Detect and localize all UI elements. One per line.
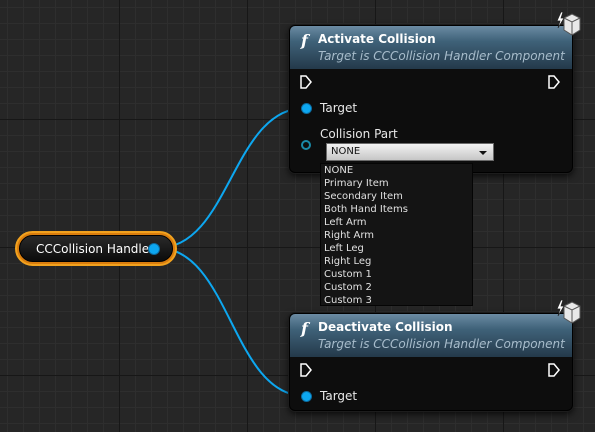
- variable-output-pin-icon[interactable]: [149, 244, 159, 254]
- target-pin-icon[interactable]: [302, 104, 311, 113]
- deactivate-collision-header[interactable]: f Deactivate Collision Target is CCColli…: [290, 314, 572, 357]
- deactivate-collision-node[interactable]: f Deactivate Collision Target is CCColli…: [289, 313, 573, 411]
- target-pin-label: Target: [320, 101, 358, 115]
- activate-collision-header[interactable]: f Activate Collision Target is CCCollisi…: [290, 26, 572, 69]
- collision-part-pin-icon[interactable]: [301, 140, 311, 150]
- dropdown-option[interactable]: Custom 2: [321, 281, 472, 294]
- dropdown-option[interactable]: NONE: [321, 164, 472, 177]
- function-icon: f: [301, 319, 308, 338]
- wire-to-activate-target[interactable]: [157, 107, 306, 249]
- dropdown-option[interactable]: Custom 3: [321, 294, 472, 307]
- dropdown-option[interactable]: Secondary Item: [321, 190, 472, 203]
- variable-node-label: CCCollision Handler: [36, 242, 155, 256]
- target-pin-label: Target: [320, 389, 358, 403]
- deactivate-collision-subtitle: Target is CCCollision Handler Component: [318, 337, 565, 351]
- exec-out-pin-icon[interactable]: [548, 75, 560, 89]
- dropdown-option[interactable]: Left Arm: [321, 216, 472, 229]
- deactivate-collision-title: Deactivate Collision: [318, 320, 453, 334]
- dropdown-option[interactable]: Right Leg: [321, 255, 472, 268]
- dropdown-option[interactable]: Both Hand Items: [321, 203, 472, 216]
- target-pin-icon[interactable]: [302, 392, 311, 401]
- variable-node-body: CCCollision Handler: [19, 235, 173, 262]
- latent-lightning-icon: [556, 299, 581, 324]
- collision-part-selected-value: NONE: [331, 146, 361, 157]
- latent-lightning-icon: [556, 11, 581, 36]
- dropdown-option[interactable]: Right Arm: [321, 229, 472, 242]
- collision-part-label: Collision Part: [320, 127, 398, 141]
- dropdown-option[interactable]: Custom 1: [321, 268, 472, 281]
- chevron-down-icon: [479, 151, 487, 155]
- dropdown-option[interactable]: Left Leg: [321, 242, 472, 255]
- collision-part-select[interactable]: NONE: [326, 143, 494, 161]
- wire-to-deactivate-target[interactable]: [157, 247, 306, 397]
- activate-collision-subtitle: Target is CCCollision Handler Component: [318, 49, 565, 63]
- function-icon: f: [301, 31, 308, 50]
- exec-in-pin-icon[interactable]: [300, 363, 312, 377]
- activate-collision-title: Activate Collision: [318, 32, 436, 46]
- exec-in-pin-icon[interactable]: [300, 75, 312, 89]
- collision-part-dropdown[interactable]: NONE Primary Item Secondary Item Both Ha…: [320, 163, 473, 306]
- dropdown-option[interactable]: Primary Item: [321, 177, 472, 190]
- cccollision-handler-variable-node[interactable]: CCCollision Handler: [15, 231, 177, 266]
- exec-out-pin-icon[interactable]: [548, 363, 560, 377]
